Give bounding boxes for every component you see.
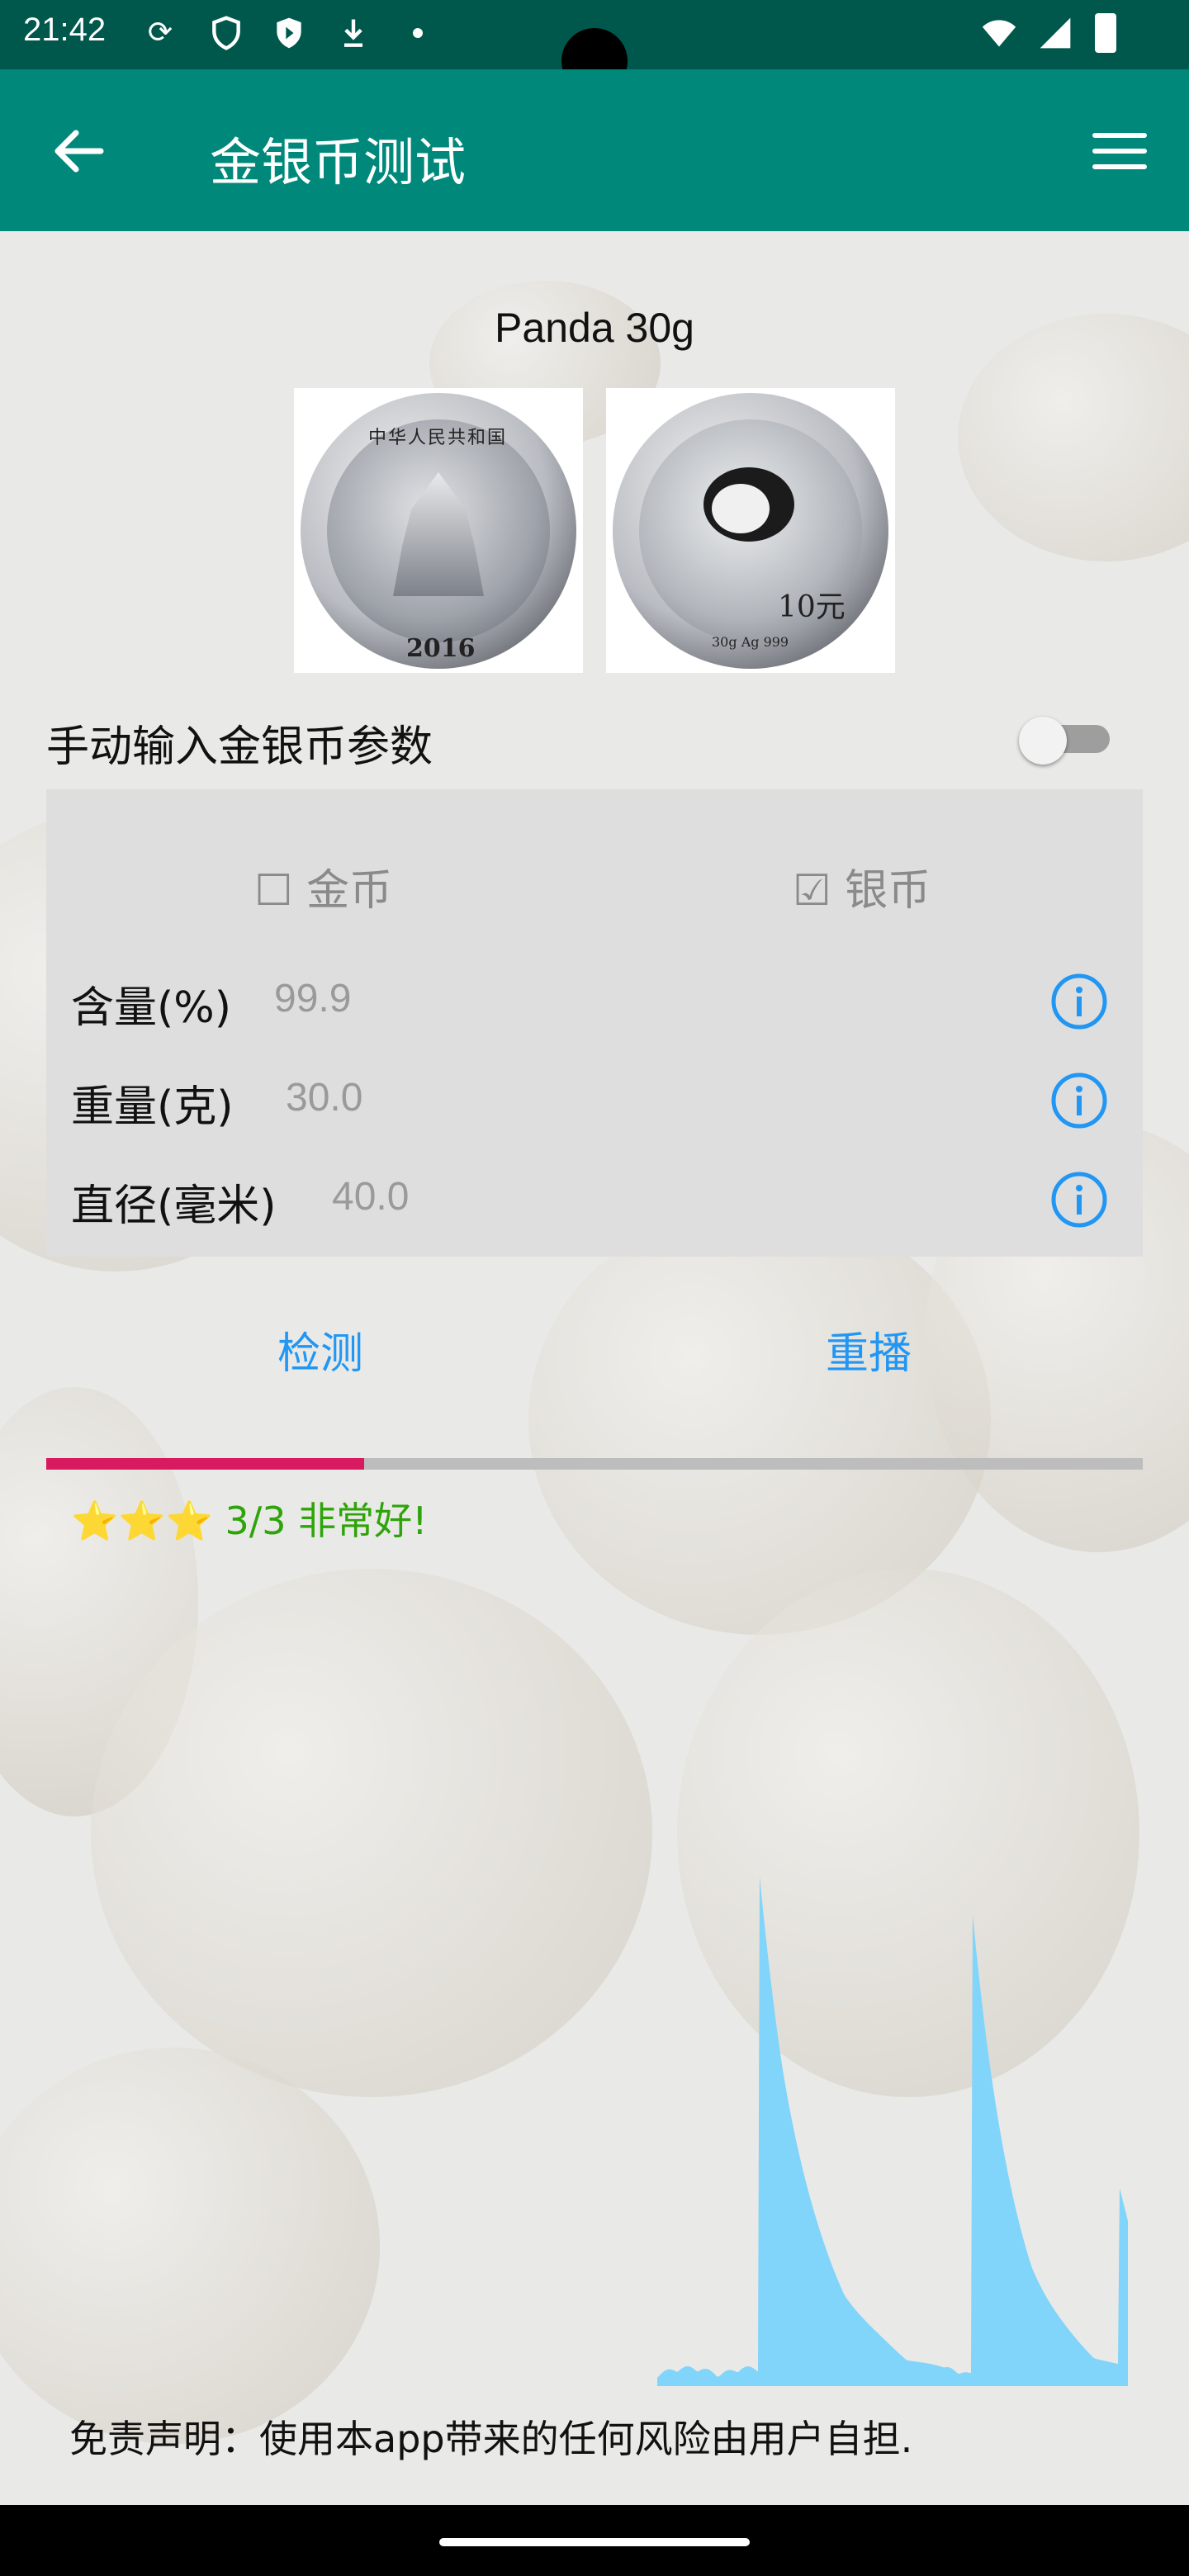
silver-checkbox-check-icon: ☑: [793, 866, 831, 916]
detection-progress: [46, 1458, 1143, 1470]
diameter-info-icon[interactable]: [1049, 1169, 1110, 1230]
coin-reverse-inscription: 30g Ag 999: [712, 634, 789, 650]
manual-input-label: 手动输入金银币参数: [46, 722, 433, 772]
play-shield-icon: [277, 17, 301, 49]
params-card: ☐ 金币 ☑ 银币 含量(%) 99.9 重量(克) 30.0 直径(毫米) 4…: [46, 789, 1143, 1257]
diameter-input[interactable]: 40.0: [332, 1174, 409, 1219]
manual-input-switch[interactable]: [1019, 717, 1111, 765]
home-gesture-handle[interactable]: [439, 2538, 750, 2546]
weight-info-icon[interactable]: [1049, 1070, 1110, 1131]
wifi-icon: [982, 20, 1016, 47]
coin-obverse-image: 中华人民共和国 2016: [294, 388, 583, 673]
replay-button[interactable]: 重播: [703, 1305, 1034, 1404]
result-rating: ⭐⭐⭐ 3/3 非常好!: [71, 1491, 428, 1546]
status-time: 21:42: [23, 12, 107, 48]
app-toolbar: 金银币测试: [0, 69, 1189, 231]
progress-fill: [46, 1458, 365, 1470]
signal-icon: [1040, 17, 1071, 49]
weight-label: 重量(克): [71, 1082, 234, 1132]
sync-icon: ⟳: [147, 16, 173, 50]
coin-reverse-image: 10元 30g Ag 999: [606, 388, 895, 673]
battery-icon: [1095, 13, 1116, 53]
coin-name: Panda 30g: [495, 305, 694, 351]
page-title: 金银币测试: [210, 132, 467, 192]
menu-icon[interactable]: [1073, 106, 1164, 197]
download-icon: [344, 19, 362, 47]
rating-stars-icon: ⭐⭐⭐: [71, 1499, 213, 1543]
purity-input[interactable]: 99.9: [274, 976, 351, 1021]
purity-label: 含量(%): [71, 983, 231, 1033]
silver-checkbox-label: 银币: [845, 866, 931, 916]
weight-input[interactable]: 30.0: [286, 1075, 362, 1120]
disclaimer-text: 免责声明：使用本app带来的任何风险由用户自担.: [69, 2417, 913, 2461]
purity-info-icon[interactable]: [1049, 971, 1110, 1032]
rating-text: 3/3 非常好!: [225, 1499, 428, 1543]
gold-checkbox-label: 金币: [306, 866, 393, 916]
silver-checkbox[interactable]: ☑ 银币: [793, 855, 931, 917]
frequency-spectrum-plot: [657, 1876, 1128, 2386]
coin-obverse-year: 2016: [406, 634, 476, 663]
detect-button[interactable]: 检测: [155, 1305, 486, 1404]
back-arrow-icon[interactable]: [33, 106, 124, 197]
gold-checkbox-box-icon: ☐: [254, 866, 293, 916]
diameter-label: 直径(毫米): [71, 1181, 277, 1231]
coin-obverse-inscription: 中华人民共和国: [368, 428, 508, 448]
gold-checkbox[interactable]: ☐ 金币: [254, 855, 392, 917]
shield-icon: [212, 16, 240, 50]
coin-reverse-denomination: 10元: [778, 590, 846, 624]
spectrum-area: [657, 1876, 1128, 2386]
notification-dot-icon: [413, 28, 423, 38]
